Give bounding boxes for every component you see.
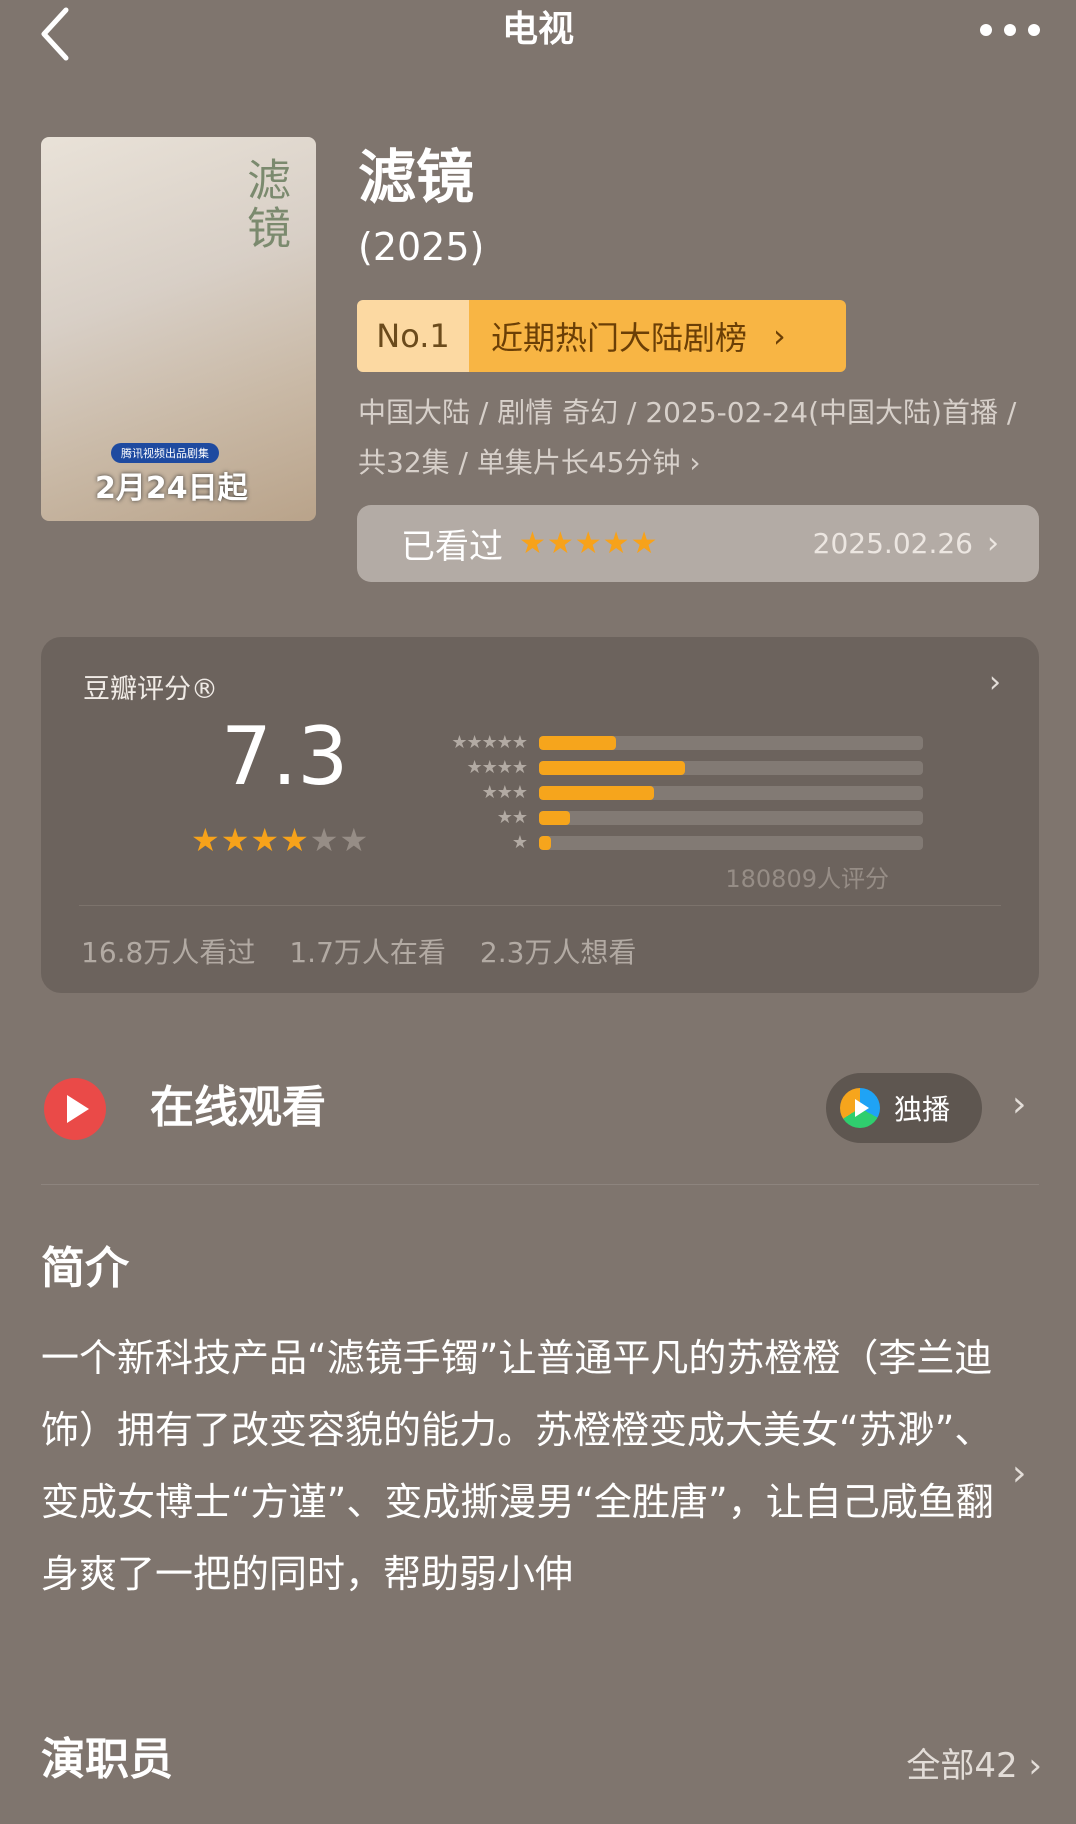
watched-bar[interactable]: 已看过 ★★★★★ 2025.02.26 › [357, 505, 1039, 582]
rank-number: No.1 [357, 300, 469, 372]
intro-title: 简介 [41, 1243, 129, 1294]
divider [41, 1184, 1039, 1185]
rank-badge[interactable]: No.1 近期热门大陆剧榜 › [357, 300, 846, 372]
score-stars-full: ★★★ [191, 821, 281, 859]
rating-row-stars: ★★★ [481, 782, 528, 803]
chevron-right-icon[interactable]: › [989, 665, 1001, 700]
exclusive-platform-button[interactable]: 独播 [826, 1073, 982, 1143]
rating-bar-fill [539, 735, 616, 750]
poster-badge: 腾讯视频出品剧集 [111, 443, 219, 463]
divider [79, 905, 1001, 906]
rating-row-stars: ★ [511, 832, 528, 853]
page-title: 电视 [501, 9, 574, 50]
rating-row: ★★ [391, 805, 931, 830]
poster-calligraphy: 滤镜 [239, 157, 290, 253]
watched-label: 已看过 [401, 527, 503, 567]
rating-distribution: ★★★★★ ★★★★ ★★★ ★★ ★ [391, 730, 931, 855]
rating-bar-fill [539, 785, 655, 800]
poster-date: 2月24日起 [95, 471, 248, 506]
movie-meta[interactable]: 中国大陆 / 剧情 奇幻 / 2025-02-24(中国大陆)首播 / 共32集… [358, 388, 1018, 488]
online-watch-label[interactable]: 在线观看 [150, 1080, 326, 1136]
vote-count: 180809人评分 [725, 865, 889, 893]
rating-score: 7.3 [221, 710, 349, 803]
stat-watched[interactable]: 16.8万人看过 [81, 931, 255, 971]
exclusive-label: 独播 [894, 1093, 951, 1126]
rating-bar-fill [539, 810, 570, 825]
rating-bar-track [539, 835, 923, 850]
movie-year: (2025) [358, 225, 485, 269]
tencent-video-icon [840, 1088, 880, 1128]
rating-bar-track [539, 735, 923, 750]
rating-bar-track [539, 810, 923, 825]
rating-bar-fill [539, 835, 551, 850]
chevron-right-icon[interactable]: › [1012, 1084, 1026, 1125]
rating-row-stars: ★★★★ [466, 757, 528, 778]
rating-bar-fill [539, 760, 685, 775]
rating-row: ★★★★★ [391, 730, 931, 755]
rating-row: ★★★★ [391, 755, 931, 780]
watched-date: 2025.02.26 [812, 527, 973, 560]
chevron-right-icon[interactable]: › [1012, 1453, 1026, 1494]
intro-text[interactable]: 一个新科技产品“滤镜手镯”让普通平凡的苏橙橙（李兰迪 饰）拥有了改变容貌的能力。… [41, 1322, 1001, 1610]
audience-stats: 16.8万人看过 1.7万人在看 2.3万人想看 [81, 931, 636, 971]
more-options-icon[interactable] [978, 20, 1042, 40]
rank-label-wrap: 近期热门大陆剧榜 › [469, 300, 846, 372]
stat-watching[interactable]: 1.7万人在看 [289, 931, 446, 971]
rating-card-title: 豆瓣评分® [83, 674, 218, 705]
score-stars: ★★★★★★ [191, 821, 369, 859]
rating-row-stars: ★★ [496, 807, 528, 828]
rating-row: ★★★ [391, 780, 931, 805]
rating-card[interactable]: 豆瓣评分® › 7.3 ★★★★★★ ★★★★★ ★★★★ ★★★ ★★ ★ 1… [41, 637, 1039, 993]
rank-label: 近期热门大陆剧榜 [491, 319, 748, 357]
score-stars-empty: ★★ [309, 821, 370, 859]
chevron-right-icon: › [987, 526, 999, 561]
cast-title: 演职员 [41, 1734, 173, 1785]
stat-wish[interactable]: 2.3万人想看 [480, 931, 637, 971]
rank-chevron-icon: › [773, 317, 786, 355]
movie-title: 滤镜 [358, 143, 475, 211]
rating-row: ★ [391, 830, 931, 855]
rating-bar-track [539, 760, 923, 775]
my-rating-stars: ★★★★★ [519, 526, 659, 561]
poster-image[interactable]: 滤镜 腾讯视频出品剧集 2月24日起 [41, 137, 316, 521]
score-stars-half: ★ [280, 821, 310, 859]
rating-row-stars: ★★★★★ [451, 732, 528, 753]
play-icon[interactable] [44, 1078, 106, 1140]
cast-all-link[interactable]: 全部42 › [906, 1738, 1042, 1787]
rating-bar-track [539, 785, 923, 800]
